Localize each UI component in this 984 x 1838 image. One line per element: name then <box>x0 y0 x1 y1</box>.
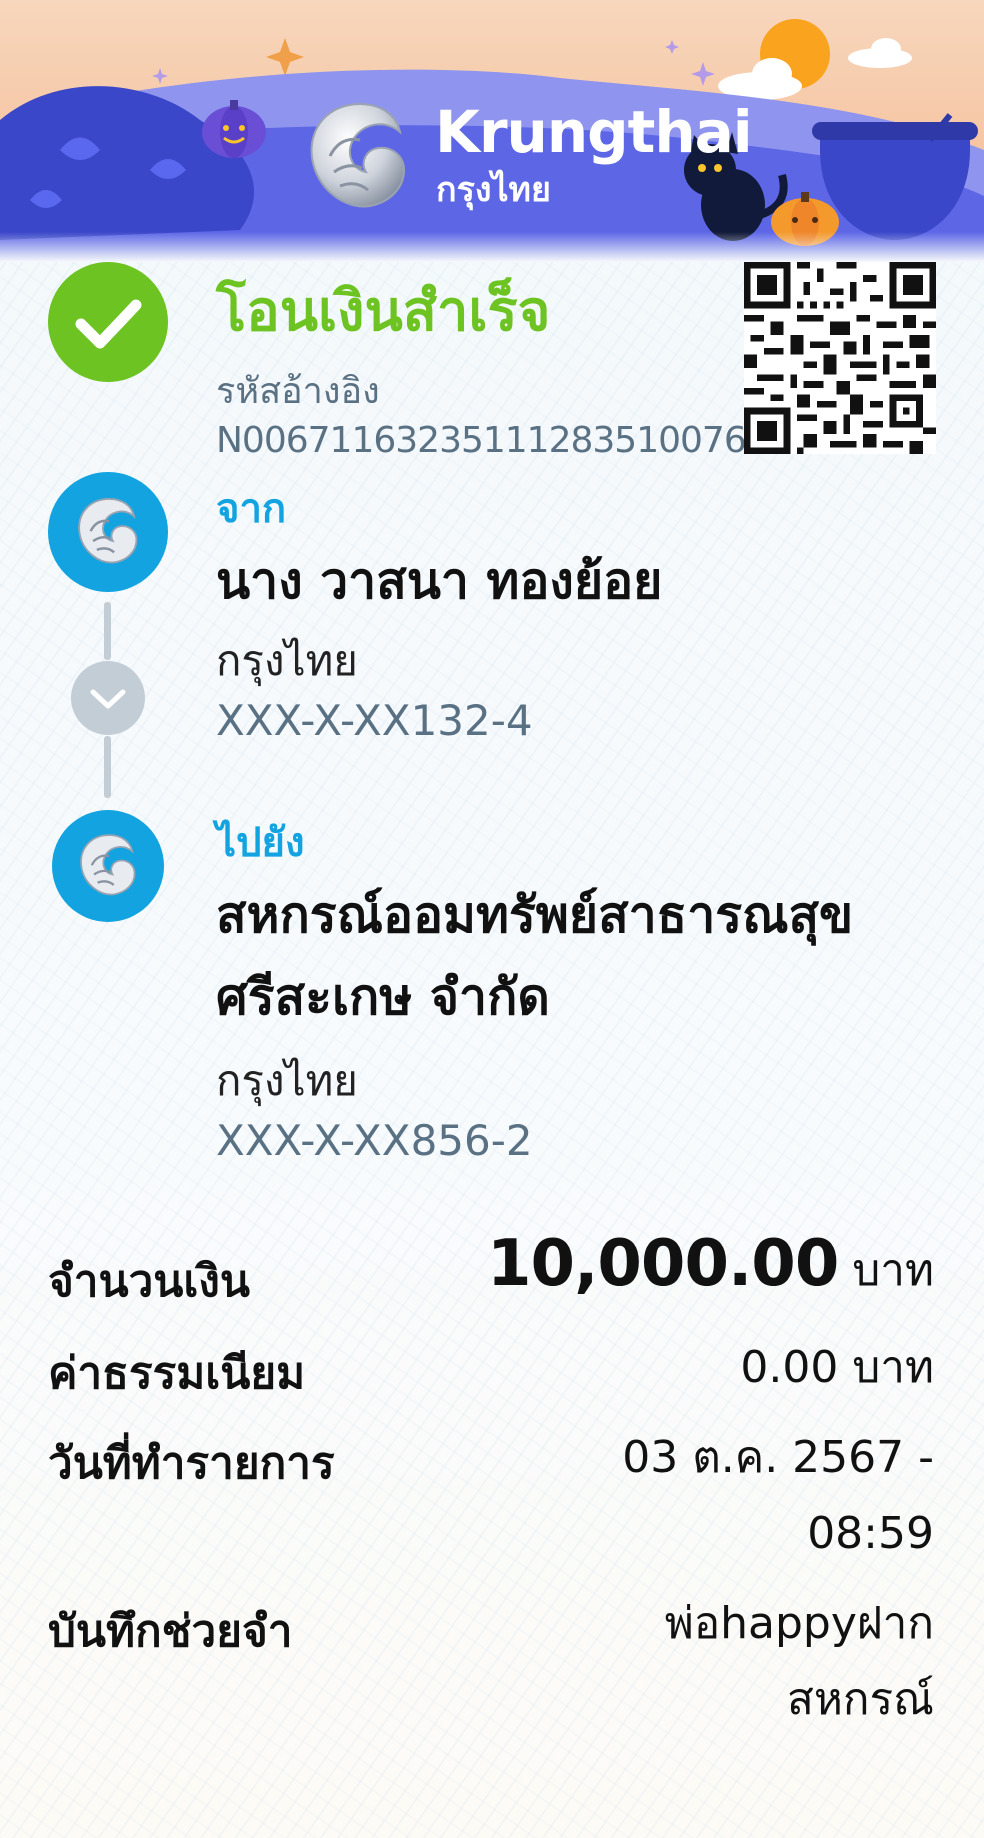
receiver-account: XXX-X-XX856-2 <box>216 1116 533 1165</box>
sender-bank: กรุงไทย <box>216 636 358 685</box>
sender-bank-avatar <box>48 472 168 592</box>
receiver-bank: กรุงไทย <box>216 1056 358 1105</box>
sender-name: นาง วาสนา ทองย้อย <box>216 552 663 610</box>
memo-line2: สหกรณ์ <box>787 1674 934 1725</box>
memo-label: บันทึกช่วยจำ <box>48 1606 293 1657</box>
header-banner: Krungthai กรุงไทย <box>0 0 984 262</box>
sender-account: XXX-X-XX132-4 <box>216 696 533 745</box>
receiver-name: สหกรณ์ออมทรัพย์สาธารณสุข ศรีสะเกษ จำกัด <box>216 874 956 1038</box>
amount-label: จำนวนเงิน <box>48 1256 250 1307</box>
krungthai-logo-icon <box>310 102 406 208</box>
amount-value: 10,000.00 <box>487 1227 839 1301</box>
connector-line <box>104 602 111 660</box>
transaction-time-line2: 08:59 <box>807 1508 934 1559</box>
connector-line <box>104 736 111 798</box>
memo-value: พ่อhappyฝาก สหกรณ์ <box>665 1586 934 1738</box>
brand-name-thai: กรุงไทย <box>436 170 551 210</box>
receiver-name-line2: ศรีสะเกษ จำกัด <box>216 968 550 1026</box>
fee-label: ค่าธรรมเนียม <box>48 1348 306 1399</box>
to-label: ไปยัง <box>216 820 305 866</box>
transaction-date-label: วันที่ทำรายการ <box>48 1438 335 1489</box>
krungthai-brand: Krungthai กรุงไทย <box>300 96 753 216</box>
memo-line1: พ่อhappyฝาก <box>664 1598 934 1649</box>
transfer-success-title: โอนเงินสำเร็จ <box>216 279 551 344</box>
transaction-date-line1: 03 ต.ค. 2567 - <box>622 1432 934 1483</box>
from-label: จาก <box>216 486 287 532</box>
receiver-bank-avatar <box>52 810 164 922</box>
amount-value-group: 10,000.00 บาท <box>487 1226 934 1309</box>
chevron-down-icon <box>71 661 145 735</box>
transaction-date-value: 03 ต.ค. 2567 - 08:59 <box>622 1420 934 1572</box>
success-check-icon <box>48 262 168 382</box>
receiver-name-line1: สหกรณ์ออมทรัพย์สาธารณสุข <box>216 886 854 944</box>
reference-number: N0067116323511128351007​65 <box>216 420 769 461</box>
brand-name: Krungthai <box>435 98 753 166</box>
amount-unit: บาท <box>852 1245 934 1296</box>
fee-value: 0.00 บาท <box>740 1342 934 1393</box>
qr-code-icon[interactable] <box>744 262 936 454</box>
reference-label: รหัสอ้างอิง <box>216 371 380 412</box>
